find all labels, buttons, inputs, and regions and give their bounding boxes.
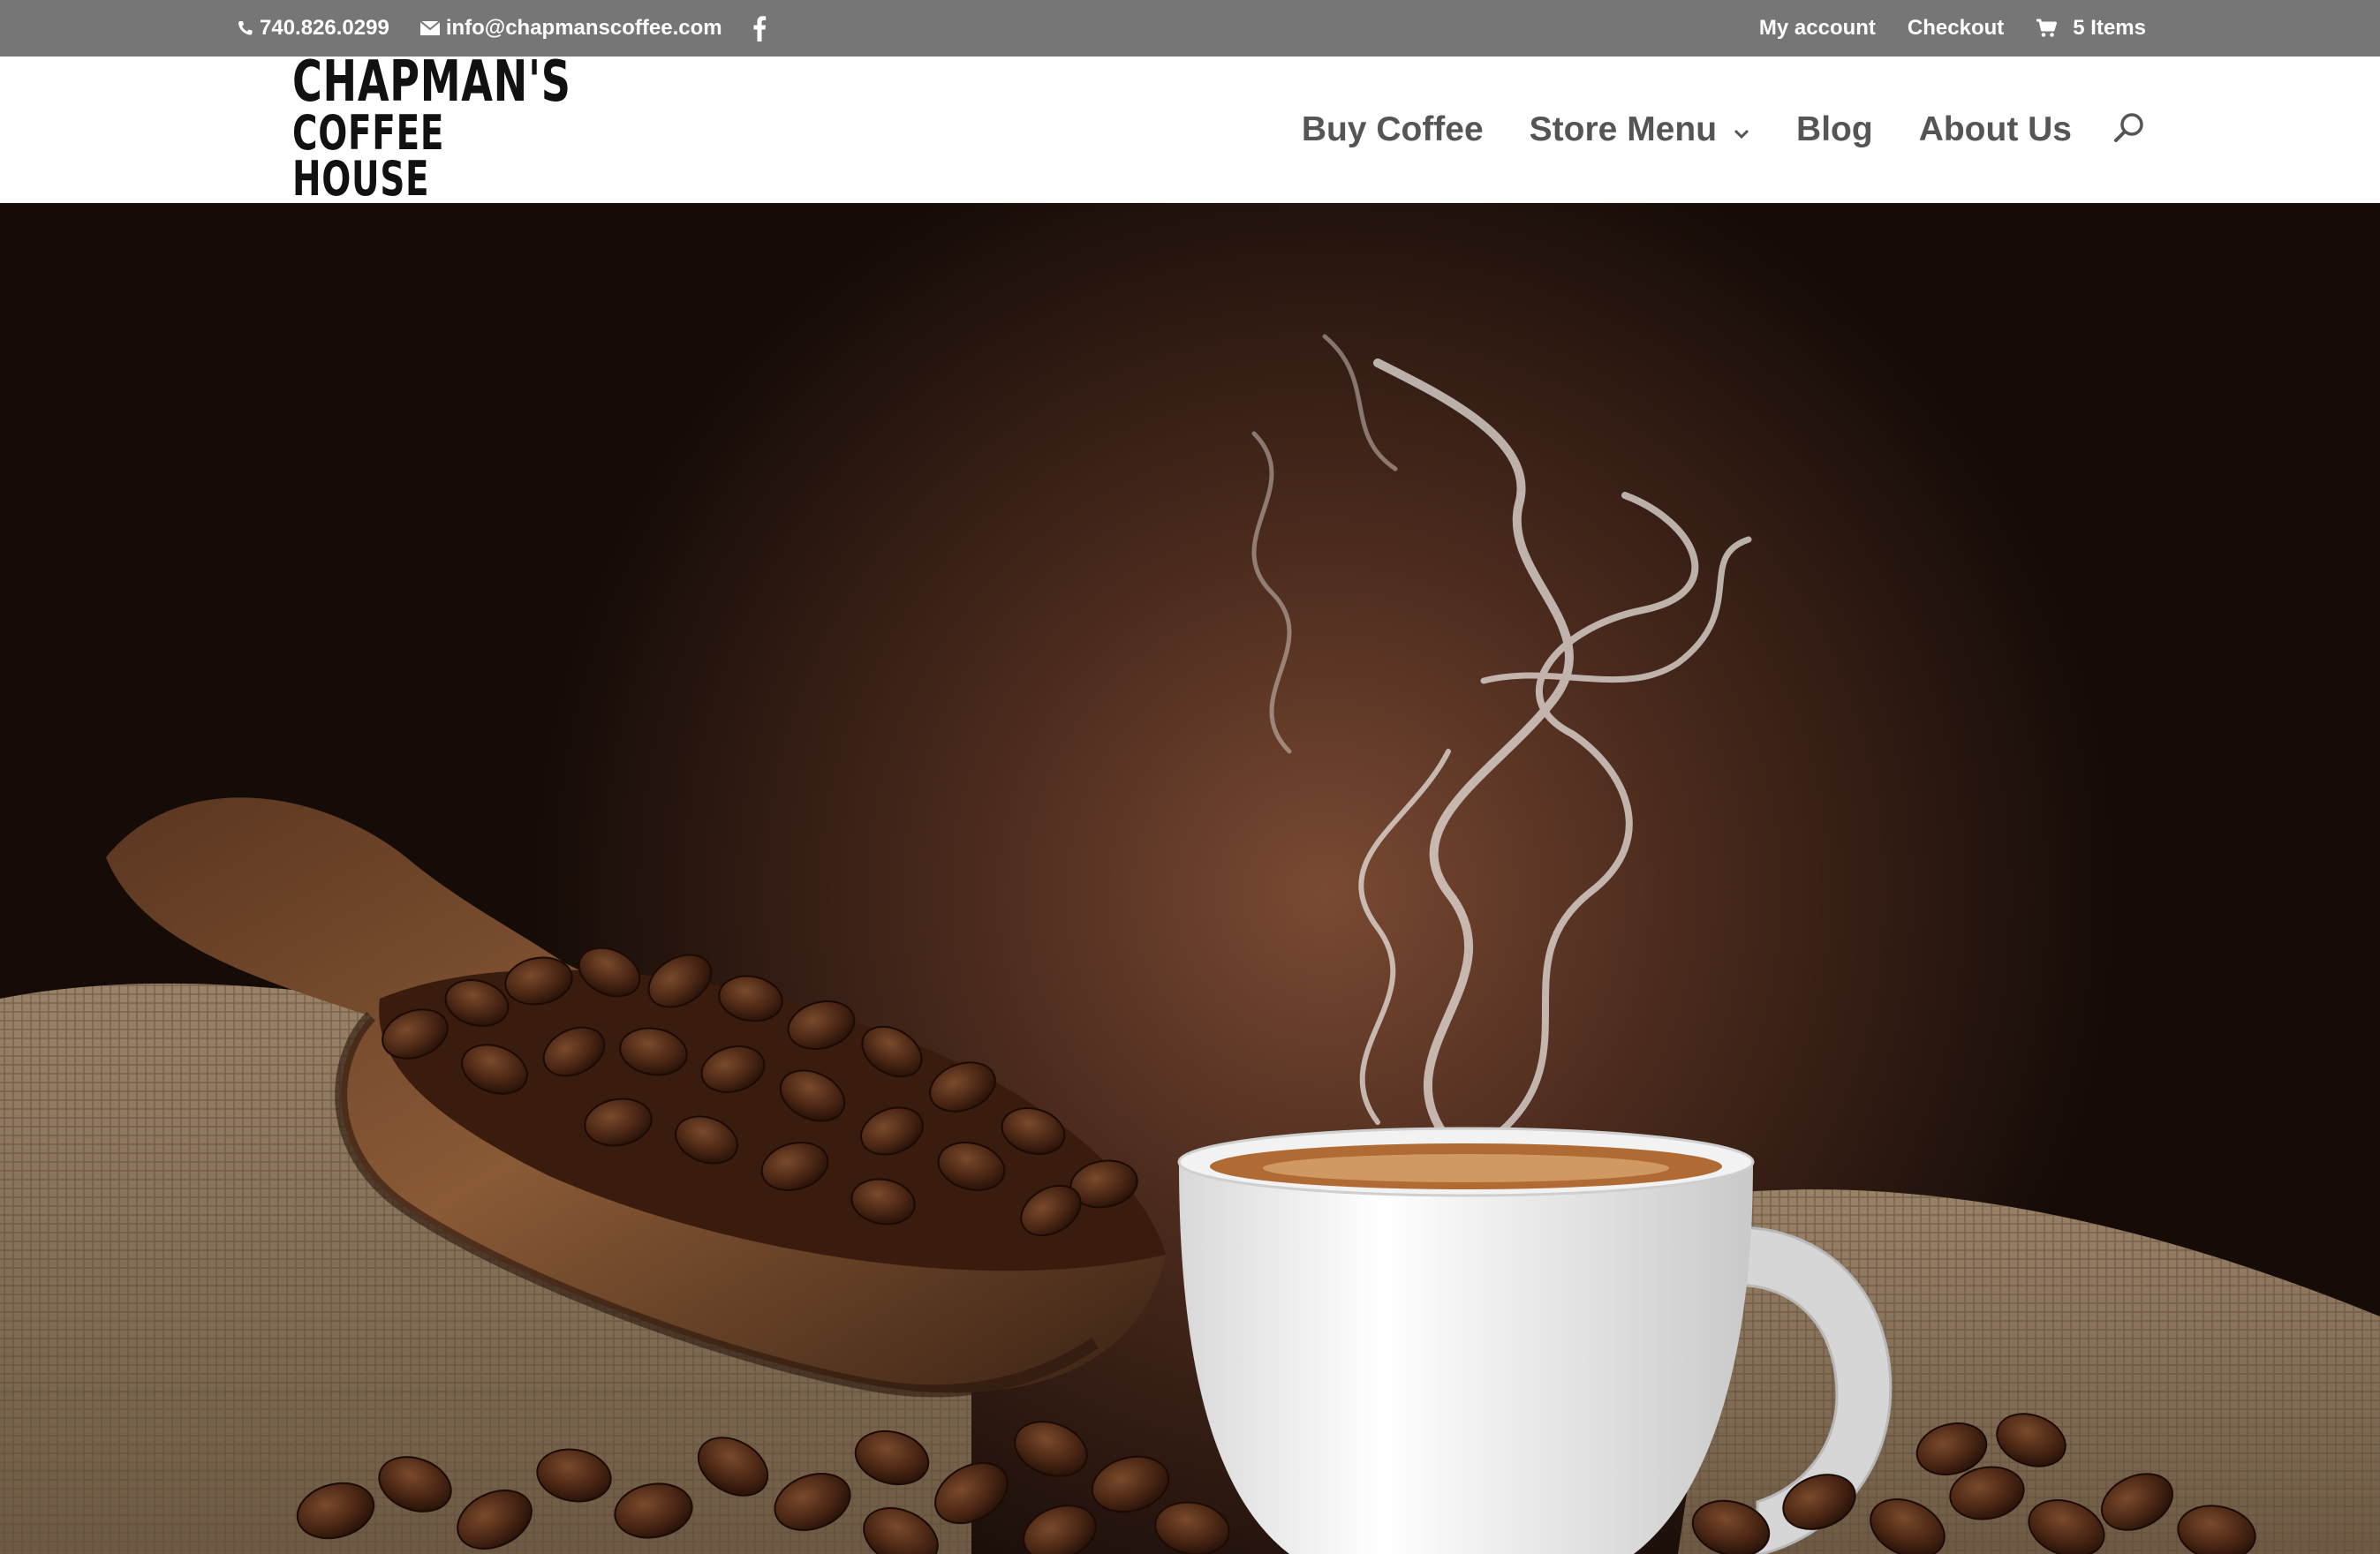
email-address: info@chapmanscoffee.com [445, 16, 722, 40]
email-link[interactable]: info@chapmanscoffee.com [419, 16, 722, 41]
cart-count: 5 Items [2073, 16, 2146, 40]
nav-store-menu-label: Store Menu [1529, 110, 1718, 148]
logo-line-2: COFFEE HOUSE [292, 104, 445, 207]
facebook-link[interactable] [752, 15, 767, 41]
nav-about-us[interactable]: About Us [1919, 110, 2072, 149]
cart-icon [2036, 19, 2058, 38]
logo[interactable]: CHAPMAN'S COFFEE HOUSE [287, 54, 623, 202]
cart-link[interactable]: 5 Items [2036, 16, 2146, 41]
facebook-icon [752, 15, 767, 41]
checkout-link[interactable]: Checkout [1908, 16, 2004, 41]
nav-store-menu[interactable]: Store Menu [1530, 110, 1750, 149]
site-header: CHAPMAN'S COFFEE HOUSE Buy Coffee Store … [0, 54, 2380, 203]
hero-image [0, 204, 2380, 1554]
top-bar-account: My account Checkout 5 Items [1727, 0, 2146, 57]
chevron-down-icon [1733, 110, 1750, 149]
nav-blog[interactable]: Blog [1796, 110, 1873, 149]
phone-icon [237, 19, 254, 37]
main-nav: Buy Coffee Store Menu Blog About Us [1302, 57, 2146, 203]
coffee-cup-beans-illustration [0, 204, 2380, 1554]
my-account-link[interactable]: My account [1759, 16, 1876, 41]
phone-link[interactable]: 740.826.0299 [237, 16, 389, 41]
nav-buy-coffee[interactable]: Buy Coffee [1302, 110, 1484, 149]
logo-line-1: CHAPMAN'S [292, 49, 571, 116]
search-icon[interactable] [2112, 111, 2146, 149]
top-bar: 740.826.0299 info@chapmanscoffee.com My … [0, 0, 2380, 57]
phone-number: 740.826.0299 [260, 16, 389, 40]
logo-wordmark: CHAPMAN'S COFFEE HOUSE [292, 49, 571, 207]
top-bar-contact: 740.826.0299 info@chapmanscoffee.com [237, 0, 797, 57]
envelope-icon [419, 20, 441, 36]
